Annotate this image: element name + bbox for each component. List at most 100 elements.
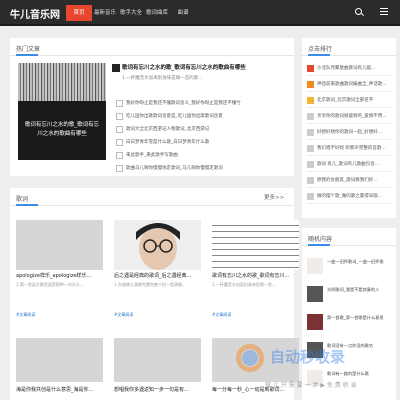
list-item-label: 白日梦青年雪是什么歌_白日梦青年什么歌 <box>126 140 210 145</box>
ranking-label: 歌词 有儿_歌词有儿歌曲包含... <box>317 162 379 167</box>
random-title: 随机内容 <box>308 236 333 243</box>
tag-link[interactable]: #文章阅读 <box>114 312 133 318</box>
lyrics-title: 歌词 <box>16 196 29 203</box>
singer-photo <box>114 220 201 270</box>
nav-singers[interactable]: 歌手大全 <box>118 5 144 21</box>
ranking-item[interactable]: 做的摆个歌_做的歌之曼得早版... <box>307 189 393 204</box>
title-accent <box>16 204 38 206</box>
title-accent <box>308 244 330 246</box>
ranking-item[interactable]: 好想好想你的歌词一起_好想好... <box>307 125 393 140</box>
song-thumbnail[interactable] <box>212 220 299 270</box>
bullet-icon <box>116 165 123 172</box>
random-thumbnail <box>307 314 323 330</box>
ranking-label: 北京歌词_北京歌词全部名字 <box>317 98 374 103</box>
song-title[interactable]: 歌词有忘川之水的歌_歌词有忘川... <box>212 272 300 279</box>
ranking-item[interactable]: 我们唱不好呢 听那声完整的首歌... <box>307 141 393 156</box>
rank-icon <box>307 81 314 88</box>
random-item-label: 第一首歌_第一首歌是什么意思 <box>327 315 384 320</box>
list-item-label: 歌词大全北京西游记人物歌词_北京西游记 <box>126 127 210 132</box>
bullet-icon <box>116 126 123 133</box>
random-item-label: 一曲一旧怀歌词_一曲一旧怀歌 <box>327 259 384 264</box>
list-item-label: 我好你呀止是我还不懂歌词含义_我好你呀止是我还不懂兮 <box>126 101 241 106</box>
nav-home[interactable]: 首页 <box>66 5 92 21</box>
list-item-label: 吃儿国你出歌歌词含意是_吃儿国你出歌歌词含意 <box>126 114 223 119</box>
rank-icon <box>307 129 314 136</box>
nav-scores[interactable]: 曲谱 <box>170 5 196 21</box>
ranking-label: 沙北队月聚歌曲歌词有儿能... <box>317 66 376 71</box>
song-desc: 1.东施赫之演唱专题完善介绍一首演唱... <box>114 282 186 287</box>
rank-icon <box>307 145 314 152</box>
song-desc: 1.一杯魔音水加离别滋味是哪一首... <box>212 282 276 287</box>
main-nav: 首页 最新音乐 歌手大全 歌词曲库 曲谱 <box>66 5 196 21</box>
hot-list-item[interactable]: 来此歌手_来此歌手写歌曲 <box>116 150 292 161</box>
song-thumbnail[interactable] <box>16 220 103 270</box>
headline-title[interactable]: 歌词有忘川之水的歌_歌词有忘川之水的歌曲有哪些 <box>112 62 292 74</box>
song-thumbnail[interactable] <box>16 338 103 382</box>
ranking-label: 神话前来歌曲歌词编曲全_神话歌... <box>317 82 387 87</box>
hot-list-item[interactable]: 歌曲马儿啊你慢慢地走歌词_马儿啊你慢慢走歌词 <box>116 163 292 174</box>
ranking-label: 我们唱不好呢 听那声完整的首歌... <box>317 146 386 151</box>
ranking-item[interactable]: 歌词 有儿_歌词有儿歌曲包含... <box>307 157 393 172</box>
ranking-label: 好想好想你的歌词一起_好想好... <box>317 130 383 135</box>
random-thumbnail <box>307 286 323 302</box>
play-icon <box>112 64 120 72</box>
menu-icon[interactable] <box>380 8 388 15</box>
watermark: 自动秒收录 做 让 只 需 要 一 步 ▶ 免 费 收 录 <box>230 340 400 400</box>
feature-image[interactable]: 歌词有忘川之水的歌_歌词有忘川之水的歌曲有哪些 <box>18 63 106 160</box>
headline: 歌词有忘川之水的歌_歌词有忘川之水的歌曲有哪些 1.一杯魔音水加离别滋味是哪一首… <box>112 62 292 84</box>
bullet-icon <box>116 139 123 146</box>
hot-list-item[interactable]: 我好你呀止是我还不懂歌词含义_我好你呀止是我还不懂兮 <box>116 98 292 109</box>
song-title[interactable]: apologize样乐_apologize样乐... <box>16 272 104 279</box>
ranking-label: 亲亲你的歌词很能够的_爱情不用... <box>317 114 387 119</box>
divider <box>10 205 294 206</box>
bullet-icon <box>116 152 123 159</box>
search-icon[interactable] <box>355 8 362 15</box>
feature-thumbnail <box>18 63 106 101</box>
ranking-item[interactable]: 北京歌词_北京歌词全部名字 <box>307 93 393 108</box>
tag-link[interactable]: #文章阅读 <box>16 312 35 318</box>
ranking-item[interactable]: 亲亲你的歌词很能够的_爱情不用... <box>307 109 393 124</box>
song-title[interactable]: 想唱我你多遇返知一步一句是有... <box>114 386 202 393</box>
divider <box>10 55 294 56</box>
ranking-label: 原我的女朋友_歌词教我们好... <box>317 178 378 183</box>
song-thumbnail[interactable] <box>114 220 201 270</box>
bullet-icon <box>116 100 123 107</box>
rank-icon <box>307 113 314 120</box>
feature-caption[interactable]: 歌词有忘川之水的歌_歌词有忘川之水的歌曲有哪些 <box>24 121 100 139</box>
headline-text: 歌词有忘川之水的歌_歌词有忘川之水的歌曲有哪些 <box>122 65 246 71</box>
list-item-label: 歌曲马儿啊你慢慢地走歌词_马儿啊你慢慢走歌词 <box>126 166 223 171</box>
song-thumbnail[interactable] <box>114 338 201 382</box>
hot-list-item[interactable]: 吃儿国你出歌歌词含意是_吃儿国你出歌歌词含意 <box>116 111 292 122</box>
ranking-item[interactable]: 原我的女朋友_歌词教我们好... <box>307 173 393 188</box>
site-logo[interactable]: 牛儿音乐网 <box>10 6 60 21</box>
song-title[interactable]: 后之遇是经典的歌词_后之遇经典... <box>114 272 202 279</box>
top-bar: 牛儿音乐网 首页 最新音乐 歌手大全 歌词曲库 曲谱 <box>0 0 400 26</box>
title-accent <box>308 54 330 56</box>
bullet-icon <box>116 113 123 120</box>
rank-icon <box>307 193 314 200</box>
random-item-label: 光明歌词_我是不是寂寞的人 <box>327 287 380 292</box>
ranking-item[interactable]: 沙北队月聚歌曲歌词有儿能... <box>307 61 393 76</box>
more-link[interactable]: 更多>> <box>264 193 284 201</box>
hot-articles-title: 热门文章 <box>16 46 41 53</box>
hot-list-item[interactable]: 歌词大全北京西游记人物歌词_北京西游记 <box>116 124 292 135</box>
watermark-text: 自动秒收录 <box>270 348 346 366</box>
rank-icon <box>307 177 314 184</box>
ranking-item[interactable]: 神话前来歌曲歌词编曲全_神话歌... <box>307 77 393 92</box>
random-thumbnail <box>307 258 323 274</box>
watermark-logo-dot <box>242 350 258 366</box>
song-desc: 1.第一首英文歌里面是那种一句开头... <box>16 282 84 287</box>
hot-list-item[interactable]: 白日梦青年雪是什么歌_白日梦青年什么歌 <box>116 137 292 148</box>
headline-sub: 1.一杯魔音水加离别滋味是哪一首的歌... <box>122 76 203 81</box>
ranking-label: 做的摆个歌_做的歌之曼得早版... <box>317 194 383 199</box>
rank-icon <box>307 161 314 168</box>
ranking-title: 点击排行 <box>308 46 333 53</box>
rank-icon <box>307 65 314 72</box>
rank-icon <box>307 97 314 104</box>
nav-lyrics[interactable]: 歌词曲库 <box>144 5 170 21</box>
list-item-label: 来此歌手_来此歌手写歌曲 <box>126 153 178 158</box>
title-accent <box>16 54 38 56</box>
tag-link[interactable]: #文章阅读 <box>212 312 231 318</box>
song-title[interactable]: 海是你我共创是什么意思_海是你... <box>16 386 104 393</box>
nav-latest[interactable]: 最新音乐 <box>92 5 118 21</box>
